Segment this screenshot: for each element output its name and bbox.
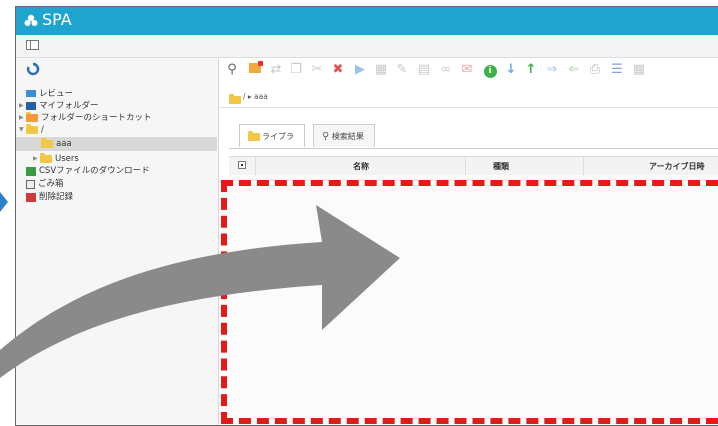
annotation-arrow — [0, 205, 400, 378]
